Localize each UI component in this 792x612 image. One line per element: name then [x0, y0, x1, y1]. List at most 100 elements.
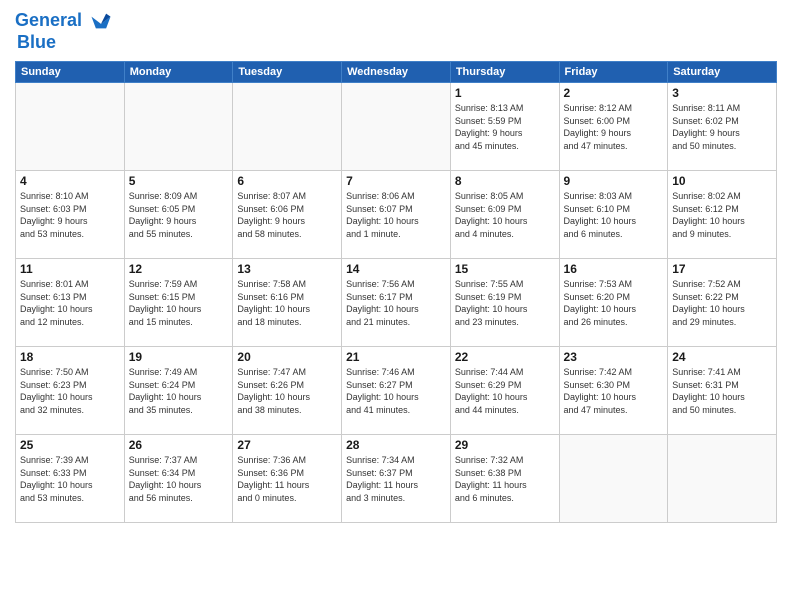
logo-icon [90, 10, 112, 32]
day-number: 24 [672, 350, 772, 364]
logo: General Blue [15, 10, 112, 53]
day-number: 26 [129, 438, 229, 452]
day-info: Sunrise: 8:03 AM Sunset: 6:10 PM Dayligh… [564, 190, 664, 240]
calendar-cell: 23Sunrise: 7:42 AM Sunset: 6:30 PM Dayli… [559, 347, 668, 435]
day-number: 2 [564, 86, 664, 100]
calendar-cell [342, 83, 451, 171]
day-info: Sunrise: 7:55 AM Sunset: 6:19 PM Dayligh… [455, 278, 555, 328]
calendar-cell: 16 Sunrise: 7:53 AM Sunset: 6:20 PM Dayli… [559, 259, 668, 347]
calendar-cell: 9Sunrise: 8:03 AM Sunset: 6:10 PM Daylig… [559, 171, 668, 259]
day-number: 16 [564, 262, 664, 276]
day-info: Sunrise: 7:36 AM Sunset: 6:36 PM Dayligh… [237, 454, 337, 504]
day-number: 13 [237, 262, 337, 276]
day-number: 10 [672, 174, 772, 188]
calendar-cell: 13 Sunrise: 7:58 AM Sunset: 6:16 PM Dayli… [233, 259, 342, 347]
calendar-cell: 28 Sunrise: 7:34 AM Sunset: 6:37 PM Dayli… [342, 435, 451, 523]
day-number: 5 [129, 174, 229, 188]
day-number: 1 [455, 86, 555, 100]
day-number: 11 [20, 262, 120, 276]
week-row-5: 25 Sunrise: 7:39 AM Sunset: 6:33 PM Dayli… [16, 435, 777, 523]
calendar-cell: 26 Sunrise: 7:37 AM Sunset: 6:34 PM Dayli… [124, 435, 233, 523]
calendar-cell: 11 Sunrise: 8:01 AM Sunset: 6:13 PM Dayli… [16, 259, 125, 347]
header: General Blue [15, 10, 777, 53]
weekday-friday: Friday [559, 62, 668, 83]
weekday-thursday: Thursday [450, 62, 559, 83]
weekday-monday: Monday [124, 62, 233, 83]
day-number: 7 [346, 174, 446, 188]
day-number: 22 [455, 350, 555, 364]
day-info: Sunrise: 7:53 AM Sunset: 6:20 PM Dayligh… [564, 278, 664, 328]
calendar-cell: 4 Sunrise: 8:10 AM Sunset: 6:03 PM Daylig… [16, 171, 125, 259]
calendar-cell: 7 Sunrise: 8:06 AM Sunset: 6:07 PM Daylig… [342, 171, 451, 259]
calendar-cell: 15 Sunrise: 7:55 AM Sunset: 6:19 PM Dayli… [450, 259, 559, 347]
calendar-cell: 6 Sunrise: 8:07 AM Sunset: 6:06 PM Daylig… [233, 171, 342, 259]
day-number: 15 [455, 262, 555, 276]
day-number: 25 [20, 438, 120, 452]
calendar-cell: 25 Sunrise: 7:39 AM Sunset: 6:33 PM Dayli… [16, 435, 125, 523]
week-row-3: 11 Sunrise: 8:01 AM Sunset: 6:13 PM Dayli… [16, 259, 777, 347]
calendar-cell: 12 Sunrise: 7:59 AM Sunset: 6:15 PM Dayli… [124, 259, 233, 347]
day-number: 28 [346, 438, 446, 452]
calendar-cell: 17 Sunrise: 7:52 AM Sunset: 6:22 PM Dayli… [668, 259, 777, 347]
calendar-cell [668, 435, 777, 523]
calendar-cell: 29Sunrise: 7:32 AM Sunset: 6:38 PM Dayli… [450, 435, 559, 523]
day-number: 20 [237, 350, 337, 364]
day-info: Sunrise: 7:58 AM Sunset: 6:16 PM Dayligh… [237, 278, 337, 328]
day-info: Sunrise: 8:11 AM Sunset: 6:02 PM Dayligh… [672, 102, 772, 152]
day-info: Sunrise: 8:07 AM Sunset: 6:06 PM Dayligh… [237, 190, 337, 240]
day-number: 17 [672, 262, 772, 276]
calendar-table: SundayMondayTuesdayWednesdayThursdayFrid… [15, 61, 777, 523]
day-info: Sunrise: 7:34 AM Sunset: 6:37 PM Dayligh… [346, 454, 446, 504]
weekday-tuesday: Tuesday [233, 62, 342, 83]
calendar-cell: 8 Sunrise: 8:05 AM Sunset: 6:09 PM Daylig… [450, 171, 559, 259]
calendar-cell: 18Sunrise: 7:50 AM Sunset: 6:23 PM Dayli… [16, 347, 125, 435]
day-info: Sunrise: 8:10 AM Sunset: 6:03 PM Dayligh… [20, 190, 120, 240]
calendar-cell: 5 Sunrise: 8:09 AM Sunset: 6:05 PM Daylig… [124, 171, 233, 259]
day-number: 12 [129, 262, 229, 276]
day-info: Sunrise: 7:32 AM Sunset: 6:38 PM Dayligh… [455, 454, 555, 504]
day-number: 14 [346, 262, 446, 276]
calendar-cell [559, 435, 668, 523]
calendar-body: 1 Sunrise: 8:13 AM Sunset: 5:59 PM Daylig… [16, 83, 777, 523]
day-info: Sunrise: 8:05 AM Sunset: 6:09 PM Dayligh… [455, 190, 555, 240]
page: General Blue SundayMondayTuesdayWednesda… [0, 0, 792, 612]
week-row-4: 18Sunrise: 7:50 AM Sunset: 6:23 PM Dayli… [16, 347, 777, 435]
calendar-cell: 14 Sunrise: 7:56 AM Sunset: 6:17 PM Dayli… [342, 259, 451, 347]
weekday-wednesday: Wednesday [342, 62, 451, 83]
day-info: Sunrise: 8:09 AM Sunset: 6:05 PM Dayligh… [129, 190, 229, 240]
calendar-cell [124, 83, 233, 171]
day-info: Sunrise: 8:13 AM Sunset: 5:59 PM Dayligh… [455, 102, 555, 152]
day-number: 4 [20, 174, 120, 188]
day-number: 18 [20, 350, 120, 364]
calendar-cell: 24Sunrise: 7:41 AM Sunset: 6:31 PM Dayli… [668, 347, 777, 435]
day-number: 6 [237, 174, 337, 188]
day-info: Sunrise: 8:12 AM Sunset: 6:00 PM Dayligh… [564, 102, 664, 152]
day-info: Sunrise: 7:44 AM Sunset: 6:29 PM Dayligh… [455, 366, 555, 416]
logo-text: General [15, 10, 112, 32]
day-number: 21 [346, 350, 446, 364]
day-info: Sunrise: 7:56 AM Sunset: 6:17 PM Dayligh… [346, 278, 446, 328]
calendar-cell [16, 83, 125, 171]
weekday-saturday: Saturday [668, 62, 777, 83]
day-info: Sunrise: 7:42 AM Sunset: 6:30 PM Dayligh… [564, 366, 664, 416]
day-number: 8 [455, 174, 555, 188]
day-info: Sunrise: 7:39 AM Sunset: 6:33 PM Dayligh… [20, 454, 120, 504]
calendar-cell: 22 Sunrise: 7:44 AM Sunset: 6:29 PM Dayli… [450, 347, 559, 435]
calendar-cell: 19 Sunrise: 7:49 AM Sunset: 6:24 PM Dayli… [124, 347, 233, 435]
day-info: Sunrise: 7:37 AM Sunset: 6:34 PM Dayligh… [129, 454, 229, 504]
logo-blue: Blue [17, 32, 112, 53]
week-row-2: 4 Sunrise: 8:10 AM Sunset: 6:03 PM Daylig… [16, 171, 777, 259]
day-info: Sunrise: 7:49 AM Sunset: 6:24 PM Dayligh… [129, 366, 229, 416]
week-row-1: 1 Sunrise: 8:13 AM Sunset: 5:59 PM Daylig… [16, 83, 777, 171]
calendar-cell: 20 Sunrise: 7:47 AM Sunset: 6:26 PM Dayli… [233, 347, 342, 435]
day-number: 3 [672, 86, 772, 100]
day-number: 19 [129, 350, 229, 364]
day-info: Sunrise: 7:47 AM Sunset: 6:26 PM Dayligh… [237, 366, 337, 416]
calendar-cell: 21Sunrise: 7:46 AM Sunset: 6:27 PM Dayli… [342, 347, 451, 435]
calendar-cell: 3 Sunrise: 8:11 AM Sunset: 6:02 PM Daylig… [668, 83, 777, 171]
day-info: Sunrise: 8:06 AM Sunset: 6:07 PM Dayligh… [346, 190, 446, 240]
calendar-cell: 1 Sunrise: 8:13 AM Sunset: 5:59 PM Daylig… [450, 83, 559, 171]
day-info: Sunrise: 7:59 AM Sunset: 6:15 PM Dayligh… [129, 278, 229, 328]
day-info: Sunrise: 7:52 AM Sunset: 6:22 PM Dayligh… [672, 278, 772, 328]
day-info: Sunrise: 8:01 AM Sunset: 6:13 PM Dayligh… [20, 278, 120, 328]
